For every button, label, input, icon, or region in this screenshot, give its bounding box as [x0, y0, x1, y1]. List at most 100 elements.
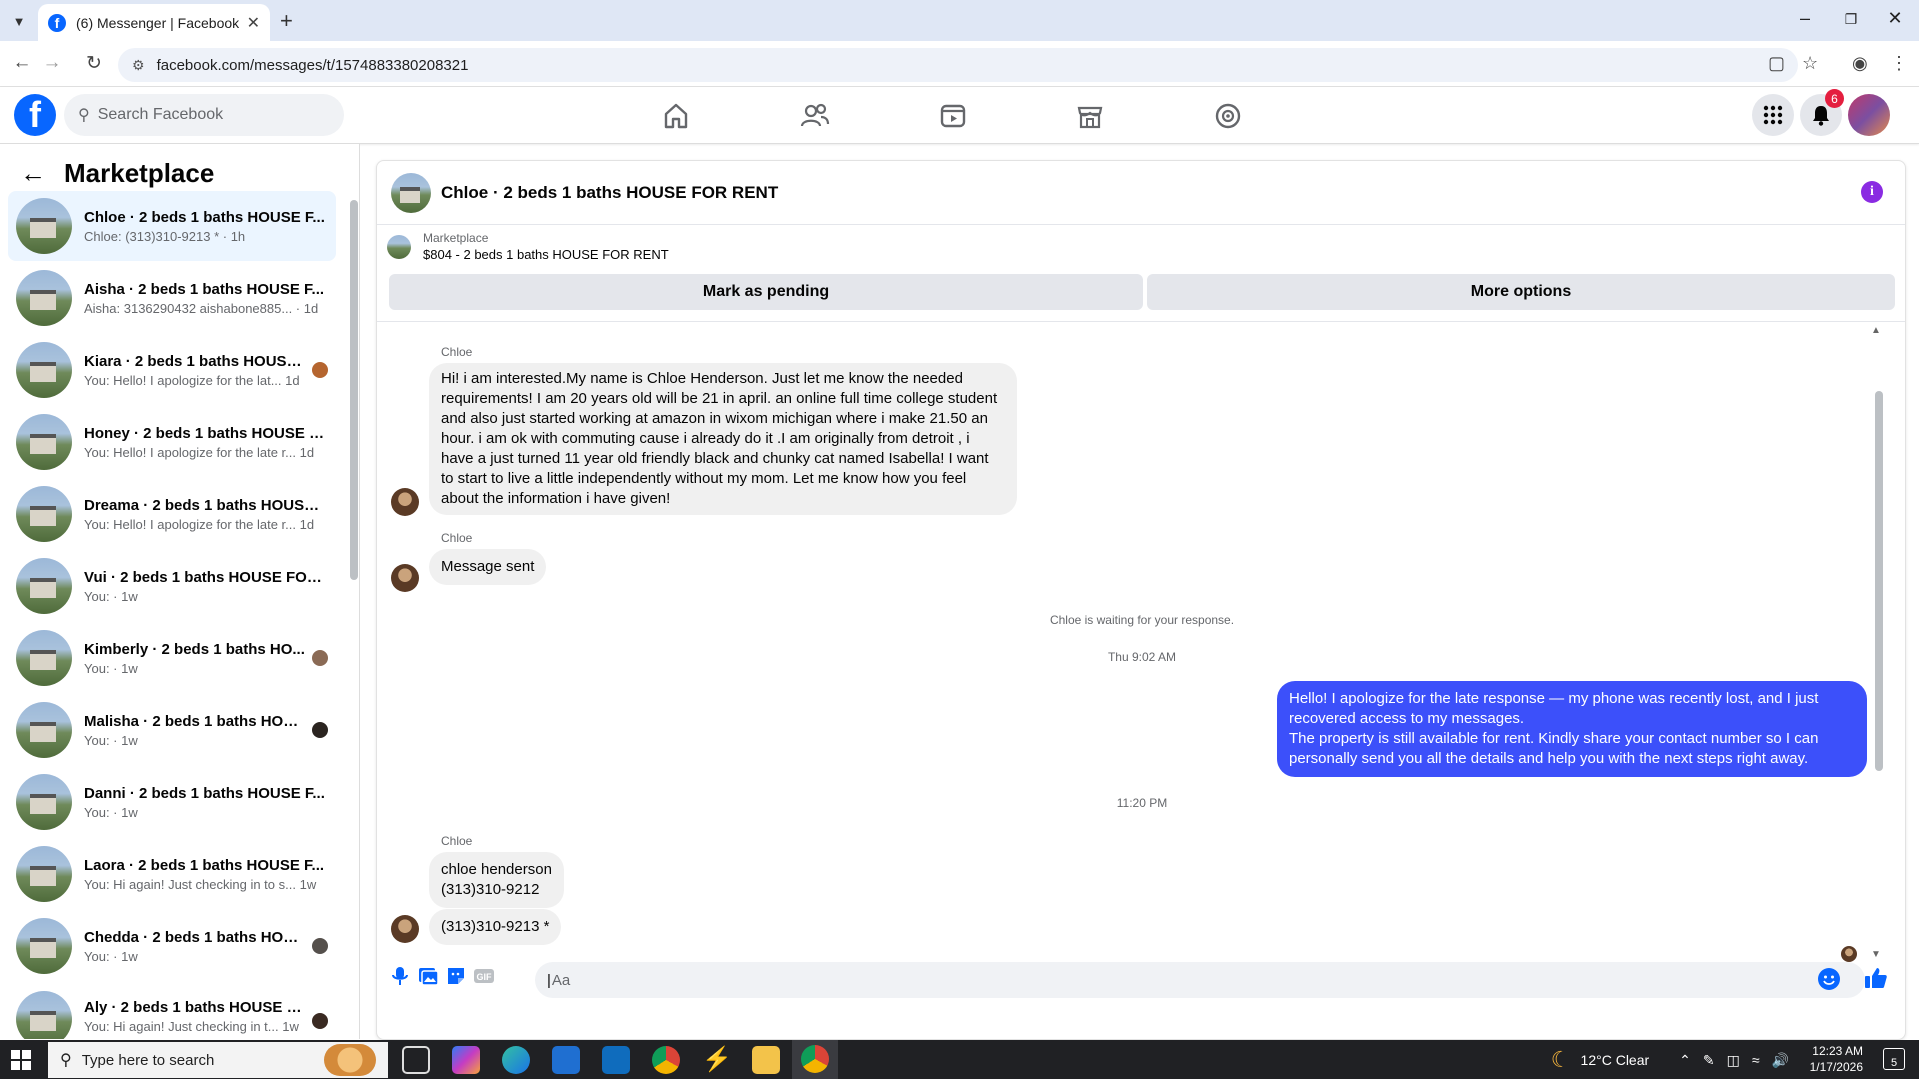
conversation-item[interactable]: Honey · 2 beds 1 baths HOUSE F... You: He…	[8, 407, 336, 477]
chevron-up-icon[interactable]: ⌃	[1679, 1052, 1691, 1069]
outlook-icon[interactable]	[602, 1046, 630, 1074]
sidebar-scrollbar[interactable]	[350, 200, 358, 580]
browser-tab[interactable]: f (6) Messenger | Facebook ✕	[38, 4, 270, 41]
copilot-icon[interactable]	[452, 1046, 480, 1074]
power-automate-icon[interactable]: ⚡	[702, 1046, 732, 1074]
incoming-message[interactable]: chloe henderson (313)310-9212	[429, 852, 564, 908]
conversation-item[interactable]: Aisha · 2 beds 1 baths HOUSE F... Aisha: …	[8, 263, 336, 333]
conversation-title: Chedda · 2 beds 1 baths HOU...	[84, 928, 306, 946]
restore-button[interactable]: ❐	[1836, 11, 1866, 28]
like-thumbs-up-icon[interactable]	[1863, 965, 1889, 991]
chat-scrollbar[interactable]	[1875, 391, 1883, 771]
marketplace-icon[interactable]	[1074, 100, 1106, 132]
sender-avatar[interactable]	[391, 488, 419, 516]
wifi-icon[interactable]: ≈	[1752, 1052, 1760, 1068]
conversation-preview: You: · 1w	[84, 948, 138, 964]
windows-start-icon[interactable]	[10, 1049, 32, 1071]
gif-icon[interactable]: GIF	[473, 965, 495, 987]
conversation-title: Laora · 2 beds 1 baths HOUSE F...	[84, 856, 325, 874]
minimize-button[interactable]: –	[1790, 8, 1820, 29]
browser-menu-icon[interactable]: ⋮	[1890, 53, 1908, 74]
clock-date: 1/17/2026	[1809, 1060, 1863, 1074]
conversation-item[interactable]: Chloe · 2 beds 1 baths HOUSE F... Chloe: …	[8, 191, 336, 261]
conversation-preview: You: · 1w	[84, 732, 138, 748]
facebook-logo-icon[interactable]: f	[14, 94, 56, 136]
incoming-message[interactable]: Hi! i am interested.My name is Chloe Hen…	[429, 363, 1017, 515]
listing-summary[interactable]: Marketplace $804 - 2 beds 1 baths HOUSE …	[387, 231, 669, 262]
conversation-item[interactable]: Laora · 2 beds 1 baths HOUSE F... You: Hi…	[8, 839, 336, 909]
message-line: (313)310-9212	[441, 881, 540, 898]
chat-title[interactable]: Chloe · 2 beds 1 baths HOUSE FOR RENT	[441, 183, 778, 203]
address-bar[interactable]: ⚙ facebook.com/messages/t/15748833802083…	[118, 48, 1798, 82]
tab-search-dropdown[interactable]: ▼	[8, 10, 30, 32]
profile-icon[interactable]: ◉	[1852, 53, 1868, 74]
clock[interactable]: 12:23 AM 1/17/2026	[1810, 1043, 1863, 1075]
store-icon[interactable]	[552, 1046, 580, 1074]
site-info-icon[interactable]: ⚙	[132, 57, 145, 74]
listing-title: $804 - 2 beds 1 baths HOUSE FOR RENT	[423, 247, 669, 262]
listing-thumbnail	[16, 918, 72, 974]
conversation-item[interactable]: Chedda · 2 beds 1 baths HOU... You: · 1w	[8, 911, 336, 981]
incoming-message[interactable]: (313)310-9213 *	[429, 909, 562, 945]
info-icon[interactable]: i	[1861, 181, 1883, 203]
incoming-message[interactable]: Message sent	[429, 549, 547, 585]
search-icon: ⚲	[60, 1052, 72, 1069]
forward-button[interactable]: →	[38, 52, 66, 74]
task-view-icon[interactable]	[402, 1046, 430, 1074]
home-icon[interactable]	[660, 100, 692, 132]
battery-icon[interactable]: ◫	[1727, 1052, 1740, 1069]
notification-badge: 6	[1825, 89, 1844, 108]
conversation-item[interactable]: Vui · 2 beds 1 baths HOUSE FOR ... You: ·…	[8, 551, 336, 621]
conversation-item[interactable]: Kiara · 2 beds 1 baths HOUSE ... You: Hel…	[8, 335, 336, 405]
listing-thumbnail	[16, 774, 72, 830]
file-explorer-icon[interactable]	[752, 1046, 780, 1074]
chat-listing-thumbnail[interactable]	[391, 172, 431, 213]
listing-thumbnail	[16, 702, 72, 758]
new-tab-button[interactable]: +	[280, 8, 293, 34]
close-tab-icon[interactable]: ✕	[247, 13, 260, 33]
listing-thumbnail	[16, 991, 72, 1039]
back-arrow-icon[interactable]: ←	[20, 158, 46, 189]
photo-icon[interactable]	[417, 965, 439, 987]
marketplace-label: Marketplace	[423, 231, 489, 245]
sticker-icon[interactable]	[445, 965, 467, 987]
clock-time: 12:23 AM	[1812, 1044, 1863, 1058]
close-window-button[interactable]: ✕	[1880, 8, 1910, 29]
notification-center-icon[interactable]: 5	[1883, 1048, 1905, 1070]
scroll-up-arrow[interactable]: ▲	[1871, 325, 1881, 336]
mark-as-pending-button[interactable]: Mark as pending	[389, 274, 1143, 310]
message-input[interactable]: | Aa	[535, 962, 1865, 998]
sender-avatar[interactable]	[391, 915, 419, 943]
search-highlight-icon[interactable]	[324, 1044, 376, 1076]
install-app-icon[interactable]: ▢	[1768, 53, 1785, 74]
account-avatar[interactable]	[1848, 94, 1890, 136]
outgoing-message[interactable]: Hello! I apologize for the late response…	[1277, 681, 1867, 777]
conversation-item[interactable]: Kimberly · 2 beds 1 baths HO... You: · 1w	[8, 623, 336, 693]
chrome-icon[interactable]	[652, 1046, 680, 1074]
friends-icon[interactable]	[799, 100, 831, 132]
pen-icon[interactable]: ✎	[1703, 1052, 1715, 1069]
chat-header: Chloe · 2 beds 1 baths HOUSE FOR RENT	[377, 161, 1905, 225]
sender-avatar[interactable]	[391, 564, 419, 592]
listing-thumbnail	[16, 846, 72, 902]
emoji-icon[interactable]	[1817, 967, 1841, 991]
gaming-icon[interactable]	[1212, 100, 1244, 132]
bookmark-star-icon[interactable]: ☆	[1802, 53, 1818, 74]
weather-text[interactable]: 12°C Clear	[1581, 1052, 1650, 1068]
conversation-title: Honey · 2 beds 1 baths HOUSE F...	[84, 424, 328, 442]
volume-icon[interactable]: 🔊	[1772, 1052, 1789, 1069]
conversation-item[interactable]: Aly · 2 beds 1 baths HOUSE F... You: Hi a…	[8, 983, 336, 1039]
reload-button[interactable]: ↻	[80, 52, 108, 75]
more-options-button[interactable]: More options	[1147, 274, 1895, 310]
video-icon[interactable]	[937, 100, 969, 132]
microphone-icon[interactable]	[389, 965, 411, 987]
conversation-item[interactable]: Dreama · 2 beds 1 baths HOUSE ... You: He…	[8, 479, 336, 549]
search-input[interactable]: ⚲ Search Facebook	[64, 94, 344, 136]
edge-icon[interactable]	[502, 1046, 530, 1074]
scroll-down-arrow[interactable]: ▼	[1871, 949, 1881, 960]
conversation-item[interactable]: Danni · 2 beds 1 baths HOUSE F... You: · …	[8, 767, 336, 837]
conversation-item[interactable]: Malisha · 2 beds 1 baths HOU... You: · 1w	[8, 695, 336, 765]
active-taskbar-app[interactable]	[792, 1040, 838, 1079]
menu-grid-button[interactable]	[1752, 94, 1794, 136]
back-button[interactable]: ←	[8, 52, 36, 74]
